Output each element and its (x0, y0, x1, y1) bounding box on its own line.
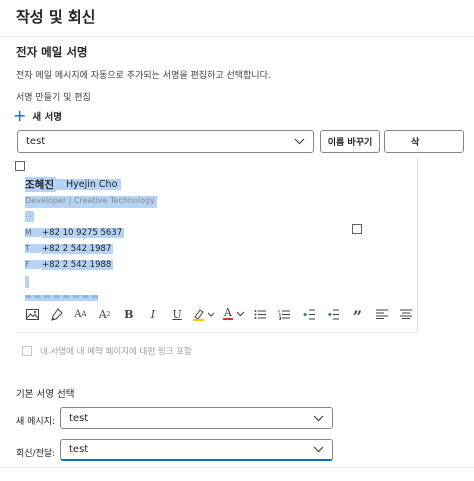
quote-icon[interactable]: ” (345, 304, 369, 325)
font-size-icon[interactable]: AA (68, 304, 92, 324)
signature-separator: ... (25, 211, 34, 222)
signature-name-ko: 조혜진 (25, 176, 56, 192)
reply-forward-signature-value: test (69, 444, 89, 455)
reply-forward-label: 회신/전달: (16, 449, 56, 459)
signature-select-value: test (26, 136, 46, 147)
fax-value: +82 2 542 1988 (42, 259, 114, 270)
new-signature-button[interactable]: + 새 서명 (13, 108, 62, 124)
signature-tel-row: T +82 2 542 1987 (25, 242, 114, 255)
footer-divider (0, 467, 474, 468)
signature-role: Developer | Creative Technology (25, 196, 157, 208)
signature-mobile-row: M +82 10 9275 5637 (25, 226, 125, 239)
booking-link-checkbox[interactable] (22, 346, 32, 356)
signature-cut-off-line (25, 295, 98, 301)
align-left-icon[interactable] (370, 304, 394, 324)
reply-forward-signature-select[interactable]: test (60, 439, 333, 461)
create-edit-subheading: 서명 만들기 및 편집 (16, 93, 91, 103)
signature-name-en: Hyejin Cho (55, 178, 122, 190)
delete-button[interactable]: 삭 (384, 130, 464, 153)
default-signature-heading: 기본 서명 선택 (16, 389, 75, 400)
format-painter-icon[interactable] (44, 304, 68, 324)
mobile-label: M (25, 228, 42, 237)
section-title: 전자 메일 서명 (16, 45, 88, 59)
signature-name-line[interactable]: 조혜진 Hyejin Cho (25, 176, 122, 192)
editor-select-all-checkbox[interactable] (15, 161, 25, 171)
bullet-list-icon[interactable] (249, 304, 273, 324)
italic-icon[interactable]: I (141, 304, 165, 324)
bold-icon[interactable]: B (117, 304, 141, 324)
section-description: 전자 메일 메시지에 자동으로 추가되는 서명을 편집하고 선택합니다. (16, 71, 271, 81)
editor-bottom-divider (16, 332, 418, 333)
highlight-icon[interactable] (189, 304, 219, 324)
align-center-icon[interactable] (394, 304, 418, 324)
image-resize-handle[interactable] (352, 224, 362, 234)
signature-fax-row: F +82 2 542 1988 (25, 258, 114, 271)
signature-blank-line (25, 276, 29, 288)
booking-link-label: 내 서명에 내 예약 페이지에 대한 링크 포함 (40, 347, 192, 357)
header-divider (0, 36, 474, 37)
new-message-signature-select[interactable]: test (60, 407, 333, 429)
font-color-icon[interactable]: A (219, 304, 249, 324)
chevron-down-icon (312, 444, 324, 456)
plus-icon: + (13, 106, 27, 125)
signature-select[interactable]: test (17, 130, 314, 153)
fax-label: F (25, 260, 42, 269)
superscript-icon[interactable]: A2 (93, 304, 117, 324)
tel-value: +82 2 542 1987 (42, 243, 114, 254)
new-message-label: 새 메시지: (16, 417, 56, 427)
insert-image-icon[interactable] (20, 304, 44, 324)
numbered-list-icon[interactable] (273, 304, 297, 324)
underline-icon[interactable]: U (165, 304, 189, 324)
rename-button[interactable]: 이름 바꾸기 (320, 130, 380, 153)
format-toolbar: AA A2 B I U A ” (20, 304, 418, 325)
booking-link-option[interactable]: 내 서명에 내 예약 페이지에 대한 링크 포함 (22, 345, 192, 357)
chevron-down-icon (293, 136, 305, 148)
mobile-value: +82 10 9275 5637 (42, 227, 125, 238)
page-title: 작성 및 회신 (16, 8, 96, 26)
new-message-signature-value: test (69, 412, 89, 424)
chevron-down-icon (312, 412, 324, 424)
increase-indent-icon[interactable] (321, 304, 345, 324)
new-signature-label: 새 서명 (32, 112, 62, 123)
tel-label: T (25, 244, 42, 253)
decrease-indent-icon[interactable] (297, 304, 321, 324)
